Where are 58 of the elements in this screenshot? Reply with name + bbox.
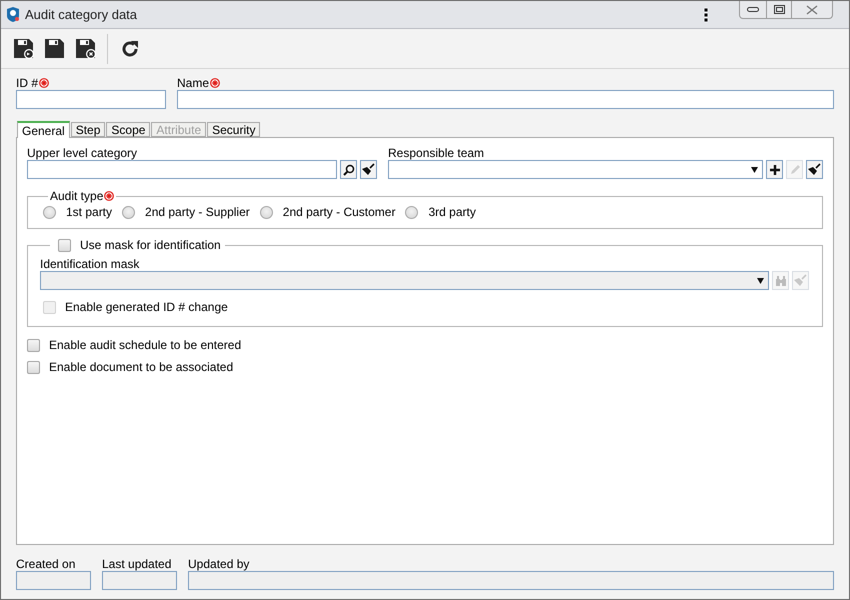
plus-icon: [770, 164, 780, 174]
clear-button[interactable]: [360, 160, 377, 179]
window-title: Audit category data: [25, 7, 138, 22]
radio-button[interactable]: [43, 206, 56, 218]
save-button[interactable]: [42, 36, 66, 60]
radio-button[interactable]: [260, 206, 273, 218]
read-only-field[interactable]: [188, 571, 834, 590]
checkbox[interactable]: [27, 360, 40, 374]
field-label: Created on: [16, 557, 76, 571]
tab[interactable]: General: [17, 121, 70, 138]
field-label: Upper level category: [27, 146, 138, 160]
field-label: Enable document to be associated: [49, 360, 234, 374]
clear-button[interactable]: [806, 160, 823, 179]
checkbox[interactable]: [58, 238, 71, 252]
field-label: ID #: [16, 76, 38, 90]
radio-button[interactable]: [405, 206, 418, 218]
field-label: 1st party: [66, 205, 112, 219]
field-label: 2nd party - Customer: [282, 205, 396, 219]
binoculars-button[interactable]: [772, 271, 789, 290]
tab[interactable]: Scope: [106, 122, 150, 137]
field-label: Updated by: [188, 557, 250, 571]
field-label: 2nd party - Supplier: [145, 205, 250, 219]
read-only-field[interactable]: [16, 571, 91, 590]
read-only-field[interactable]: [102, 571, 177, 590]
radio-button[interactable]: [122, 206, 136, 218]
broom-icon: [362, 163, 375, 176]
caret-icon: [757, 278, 764, 284]
maximize-icon: [774, 5, 784, 14]
field-label: Enable audit schedule to be entered: [49, 338, 242, 352]
text-field[interactable]: [177, 90, 834, 109]
caret-icon: [751, 166, 758, 172]
tab[interactable]: Step: [70, 122, 106, 137]
field-label: Name: [177, 76, 210, 90]
text-field[interactable]: [16, 90, 166, 109]
field-label: Identification mask: [40, 257, 140, 271]
more-options-icon[interactable]: [704, 8, 708, 22]
field-label: 3rd party: [428, 205, 476, 219]
text-field[interactable]: [27, 160, 337, 179]
field-label: Audit type: [50, 189, 104, 203]
binoculars-icon: [774, 276, 786, 286]
field-label: Last updated: [102, 557, 172, 571]
save-and-close-button[interactable]: [73, 36, 97, 60]
tab[interactable]: Security: [207, 122, 260, 137]
field-label: Use mask for identification: [80, 238, 221, 252]
close-icon: [806, 4, 818, 14]
dropdown-field[interactable]: [388, 160, 763, 179]
checkbox[interactable]: [27, 338, 40, 352]
broom-icon: [808, 163, 821, 176]
add-button[interactable]: [766, 160, 783, 179]
field-label: Enable generated ID # change: [65, 300, 228, 314]
search-icon: [342, 164, 354, 176]
save-and-new-button[interactable]: [11, 36, 35, 60]
pencil-icon: [788, 164, 800, 176]
broom-icon: [794, 274, 807, 287]
field-label: Responsible team: [388, 146, 486, 160]
minimize-icon: [747, 7, 759, 12]
search-button[interactable]: [340, 160, 357, 179]
app-logo-icon: [6, 7, 20, 22]
